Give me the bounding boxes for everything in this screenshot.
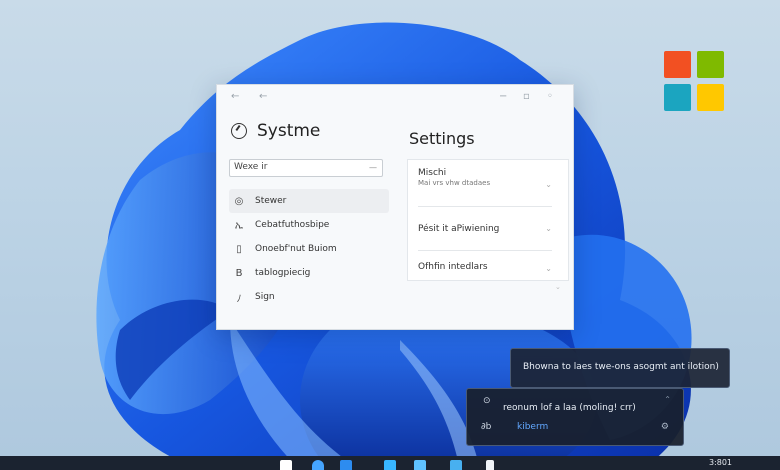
- sidebar-item-4[interactable]: ﾉ Sign: [229, 285, 389, 309]
- sidebar-item-icon: ◎: [234, 195, 244, 207]
- taskbar-clock[interactable]: 3:801: [709, 458, 732, 467]
- settings-row-label: Ofhfin intedlars: [418, 262, 488, 272]
- sidebar-title: Systme: [257, 121, 321, 141]
- window-titlebar[interactable]: ← ← − ▫ ◦: [217, 85, 573, 111]
- settings-main: Settings Mischi Mai vrs vhw dtadaes ⌄ Pé…: [407, 111, 573, 329]
- windows-logo: [664, 51, 726, 113]
- system-icon: [231, 123, 247, 139]
- notification-card[interactable]: ⊙ reonum lof a laa (moling! crr) ⌃ ∂b ki…: [466, 388, 684, 446]
- logo-square-green: [697, 51, 724, 78]
- settings-card: Mischi Mai vrs vhw dtadaes ⌄ Pésit it aP…: [407, 159, 569, 281]
- settings-row-0[interactable]: Mischi Mai vrs vhw dtadaes ⌄: [418, 168, 552, 207]
- settings-row-label: Pésit it aPiwiening: [418, 224, 500, 234]
- search-icon: —: [369, 163, 377, 172]
- page-title: Settings: [409, 129, 475, 148]
- search-input[interactable]: Wexe ir —: [229, 159, 383, 177]
- notification-link[interactable]: kiberm: [517, 422, 548, 432]
- widget-icon[interactable]: [486, 460, 494, 470]
- sidebar-item-icon: ▯: [236, 243, 242, 255]
- settings-row-2[interactable]: Ofhfin intedlars ⌄: [418, 252, 552, 290]
- chevron-down-icon: ⌄: [545, 264, 552, 273]
- collapse-icon[interactable]: ⌃: [664, 395, 671, 404]
- settings-sidebar: Systme Wexe ir — ◎ Stewer ኢ Cebatfuthosb…: [217, 111, 403, 329]
- sidebar-item-label: tablogpiecig: [255, 268, 311, 278]
- maximize-button[interactable]: ▫: [523, 91, 530, 103]
- minimize-button[interactable]: −: [499, 91, 507, 103]
- notification-toast[interactable]: Bhowna to laes twe-ons asogmt ant ilotio…: [510, 348, 730, 388]
- notification-text: reonum lof a laa (moling! crr): [503, 403, 636, 413]
- sidebar-item-label: Cebatfuthosbipe: [255, 220, 330, 230]
- close-button[interactable]: ◦: [547, 91, 553, 103]
- sidebar-item-icon: ኢ: [234, 219, 244, 231]
- logo-square-blue: [664, 84, 691, 111]
- store-icon[interactable]: [414, 460, 426, 470]
- chevron-down-icon: ⌄: [545, 180, 552, 189]
- action-icon[interactable]: ∂b: [481, 422, 491, 432]
- taskbar: 3:801: [0, 456, 780, 470]
- settings-row-label: Mischi: [418, 168, 447, 178]
- task-view-icon[interactable]: [340, 460, 352, 470]
- sidebar-item-icon: ﾉ: [236, 293, 242, 305]
- sidebar-item-0[interactable]: ◎ Stewer: [229, 189, 389, 213]
- start-icon[interactable]: [280, 460, 292, 470]
- sidebar-item-1[interactable]: ኢ Cebatfuthosbipe: [229, 213, 389, 237]
- back-arrow-icon[interactable]: ←: [231, 91, 239, 103]
- sidebar-item-label: Onoebf'nut Buiom: [255, 244, 337, 254]
- sidebar-item-label: Sign: [255, 292, 275, 302]
- settings-row-1[interactable]: Pésit it aPiwiening ⌄: [418, 212, 552, 251]
- logo-square-red: [664, 51, 691, 78]
- edge-icon[interactable]: [384, 460, 396, 470]
- sidebar-item-label: Stewer: [255, 196, 287, 206]
- chevron-down-icon: ⌄: [545, 224, 552, 233]
- notification-app-icon: ⊙: [483, 396, 491, 406]
- search-input-value: Wexe ir: [234, 162, 268, 172]
- settings-window: ← ← − ▫ ◦ Systme Wexe ir — ◎ Stewer ኢ Ce…: [216, 84, 574, 330]
- sidebar-item-3[interactable]: B tablogpiecig: [229, 261, 389, 285]
- explorer-icon[interactable]: [450, 460, 462, 470]
- logo-square-yellow: [697, 84, 724, 111]
- sidebar-nav: ◎ Stewer ኢ Cebatfuthosbipe ▯ Onoebf'nut …: [229, 189, 389, 309]
- sidebar-item-icon: B: [235, 267, 243, 279]
- sidebar-item-2[interactable]: ▯ Onoebf'nut Buiom: [229, 237, 389, 261]
- settings-gear-icon[interactable]: ⚙: [661, 422, 669, 432]
- sidebar-header: Systme: [231, 121, 320, 141]
- settings-row-subtext: Mai vrs vhw dtadaes: [418, 179, 491, 187]
- chevron-down-icon[interactable]: ⌄: [555, 283, 561, 291]
- forward-arrow-icon[interactable]: ←: [259, 91, 267, 103]
- search-icon[interactable]: [312, 460, 324, 470]
- notification-text: Bhowna to laes twe-ons asogmt ant ilotio…: [523, 362, 719, 372]
